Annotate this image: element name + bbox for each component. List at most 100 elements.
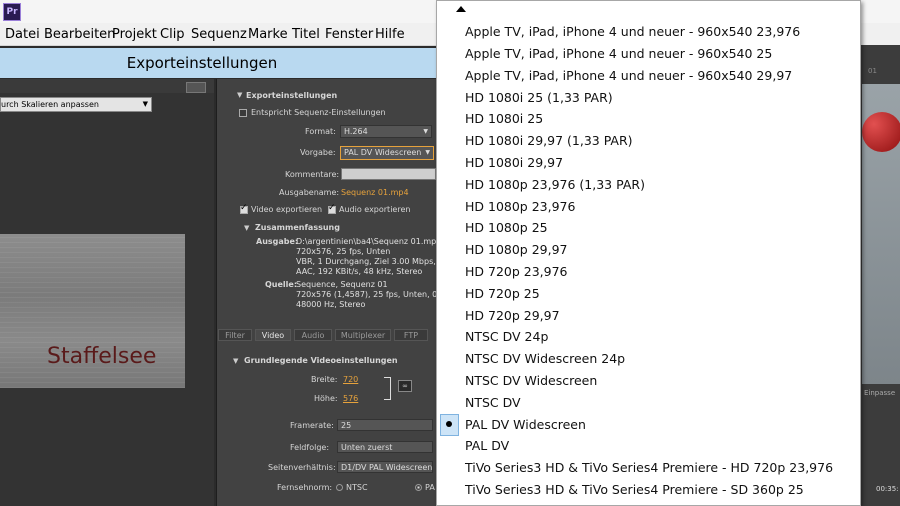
summary-source-line: 48000 Hz, Stereo bbox=[296, 300, 366, 309]
collapse-triangle-icon[interactable]: ▼ bbox=[237, 91, 242, 99]
preset-option[interactable]: TiVo Series3 HD & TiVo Series4 Premiere … bbox=[465, 482, 804, 497]
preset-option-selected[interactable]: PAL DV Widescreen bbox=[465, 417, 586, 432]
width-label: Breite: bbox=[311, 375, 338, 384]
export-video-label: Video exportieren bbox=[251, 205, 323, 214]
summary-output-line: D:\argentinien\ba4\Sequenz 01.mp4 bbox=[296, 237, 442, 246]
summary-source-line: 720x576 (1,4587), 25 fps, Unten, 00:50 bbox=[296, 290, 456, 299]
summary-heading: Zusammenfassung bbox=[255, 223, 340, 232]
panel-menu-icon[interactable] bbox=[186, 82, 206, 93]
summary-source-label: Quelle: bbox=[265, 280, 298, 289]
aspect-label: Seitenverhältnis: bbox=[268, 463, 336, 472]
premiere-logo-icon: Pr bbox=[3, 3, 21, 21]
menu-bearbeiten[interactable]: Bearbeiten bbox=[44, 27, 115, 42]
collapse-triangle-icon[interactable]: ▼ bbox=[233, 357, 238, 365]
menu-datei[interactable]: Datei bbox=[5, 27, 40, 42]
format-label: Format: bbox=[305, 127, 336, 136]
height-value[interactable]: 576 bbox=[343, 394, 358, 403]
pal-radio[interactable] bbox=[415, 484, 422, 491]
tab-ftp[interactable]: FTP bbox=[394, 329, 428, 341]
preset-option[interactable]: HD 720p 25 bbox=[465, 286, 540, 301]
preview-title-text: Staffelsee bbox=[47, 344, 157, 369]
comment-label: Kommentare: bbox=[285, 170, 340, 179]
menu-fenster[interactable]: Fenster bbox=[325, 27, 373, 42]
export-settings-heading: Exporteinstellungen bbox=[246, 91, 338, 100]
preset-option[interactable]: Apple TV, iPad, iPhone 4 und neuer - 960… bbox=[465, 24, 800, 39]
check-icon: ✓ bbox=[240, 203, 248, 213]
preset-option[interactable]: HD 1080i 29,97 (1,33 PAR) bbox=[465, 133, 633, 148]
format-select[interactable]: H.264 ▼ bbox=[340, 125, 432, 138]
tab-audio[interactable]: Audio bbox=[294, 329, 332, 341]
preset-option[interactable]: HD 1080p 25 bbox=[465, 220, 548, 235]
export-audio-label: Audio exportieren bbox=[339, 205, 411, 214]
preset-label: Vorgabe: bbox=[300, 148, 336, 157]
scroll-up-arrow-icon[interactable] bbox=[456, 6, 466, 12]
menu-clip[interactable]: Clip bbox=[160, 27, 185, 42]
ntsc-radio[interactable] bbox=[336, 484, 343, 491]
aspect-select[interactable]: D1/DV PAL Widescreen ... bbox=[337, 461, 433, 473]
tab-video[interactable]: Video bbox=[255, 329, 291, 341]
framerate-label: Framerate: bbox=[290, 421, 334, 430]
preset-option[interactable]: HD 1080i 25 bbox=[465, 111, 543, 126]
fit-select[interactable]: Einpasse bbox=[864, 389, 895, 397]
match-sequence-checkbox[interactable] bbox=[239, 109, 247, 117]
summary-output-label: Ausgabe: bbox=[256, 237, 299, 246]
scale-select-value: urch Skalieren anpassen bbox=[1, 100, 99, 109]
timecode: 00:35: bbox=[876, 485, 899, 493]
preset-option[interactable]: NTSC DV 24p bbox=[465, 329, 548, 344]
preset-option[interactable]: HD 1080p 29,97 bbox=[465, 242, 568, 257]
framerate-value: 25 bbox=[341, 421, 352, 430]
framerate-select[interactable]: 25 bbox=[337, 419, 433, 431]
chevron-down-icon: ▼ bbox=[425, 149, 430, 156]
summary-output-line: 720x576, 25 fps, Unten bbox=[296, 247, 391, 256]
tab-multiplexer[interactable]: Multiplexer bbox=[335, 329, 391, 341]
field-order-value: Unten zuerst bbox=[341, 443, 393, 452]
summary-output-line: VBR, 1 Durchgang, Ziel 3.00 Mbps, Max bbox=[296, 257, 455, 266]
preset-option[interactable]: NTSC DV Widescreen bbox=[465, 373, 597, 388]
width-value[interactable]: 720 bbox=[343, 375, 358, 384]
preset-option[interactable]: HD 720p 23,976 bbox=[465, 264, 568, 279]
summary-output-line: AAC, 192 KBit/s, 48 kHz, Stereo bbox=[296, 267, 423, 276]
collapse-triangle-icon[interactable]: ▼ bbox=[244, 224, 249, 232]
tab-filter[interactable]: Filter bbox=[218, 329, 252, 341]
check-icon: ✓ bbox=[328, 203, 336, 213]
comment-input[interactable] bbox=[341, 168, 436, 180]
height-label: Höhe: bbox=[314, 394, 338, 403]
preset-select[interactable]: PAL DV Widescreen ▼ bbox=[340, 146, 434, 160]
field-order-label: Feldfolge: bbox=[290, 443, 330, 452]
field-order-select[interactable]: Unten zuerst bbox=[337, 441, 433, 453]
menu-sequenz[interactable]: Sequenz bbox=[191, 27, 247, 42]
preset-option[interactable]: NTSC DV bbox=[465, 395, 521, 410]
radio-dot-icon bbox=[446, 421, 452, 427]
chevron-down-icon: ▼ bbox=[142, 100, 148, 108]
link-bracket bbox=[384, 377, 391, 400]
pal-label: PA bbox=[425, 483, 435, 492]
menu-hilfe[interactable]: Hilfe bbox=[375, 27, 405, 42]
preset-option[interactable]: HD 1080p 23,976 (1,33 PAR) bbox=[465, 177, 645, 192]
preset-option[interactable]: HD 720p 29,97 bbox=[465, 308, 560, 323]
summary-source-line: Sequence, Sequenz 01 bbox=[296, 280, 388, 289]
video-settings-heading: Grundlegende Videoeinstellungen bbox=[244, 356, 398, 365]
tv-standard-label: Fernsehnorm: bbox=[277, 483, 333, 492]
preset-option[interactable]: Apple TV, iPad, iPhone 4 und neuer - 960… bbox=[465, 68, 792, 83]
preset-option[interactable]: TiVo Series3 HD & TiVo Series4 Premiere … bbox=[465, 460, 833, 475]
menu-projekt[interactable]: Projekt bbox=[112, 27, 157, 42]
chevron-down-icon: ▼ bbox=[423, 128, 428, 135]
preset-option[interactable]: PAL DV bbox=[465, 438, 509, 453]
match-sequence-label: Entspricht Sequenz-Einstellungen bbox=[251, 108, 386, 117]
output-name-label: Ausgabename: bbox=[279, 188, 340, 197]
menu-titel[interactable]: Titel bbox=[292, 27, 320, 42]
preset-option[interactable]: HD 1080i 29,97 bbox=[465, 155, 563, 170]
output-name-link[interactable]: Sequenz 01.mp4 bbox=[341, 188, 409, 197]
dialog-title: Exporteinstellungen bbox=[126, 54, 278, 72]
menu-marke[interactable]: Marke bbox=[248, 27, 288, 42]
format-value: H.264 bbox=[344, 127, 368, 136]
chain-link-icon[interactable]: ∞ bbox=[398, 380, 412, 392]
source-panel-toolbar bbox=[0, 79, 214, 93]
red-buoy-image bbox=[862, 112, 900, 152]
program-monitor-label: 01 bbox=[868, 67, 877, 75]
preset-option[interactable]: NTSC DV Widescreen 24p bbox=[465, 351, 625, 366]
preset-option[interactable]: Apple TV, iPad, iPhone 4 und neuer - 960… bbox=[465, 46, 772, 61]
preset-option[interactable]: HD 1080p 23,976 bbox=[465, 199, 575, 214]
scale-select[interactable]: urch Skalieren anpassen ▼ bbox=[0, 97, 152, 112]
preset-option[interactable]: HD 1080i 25 (1,33 PAR) bbox=[465, 90, 613, 105]
